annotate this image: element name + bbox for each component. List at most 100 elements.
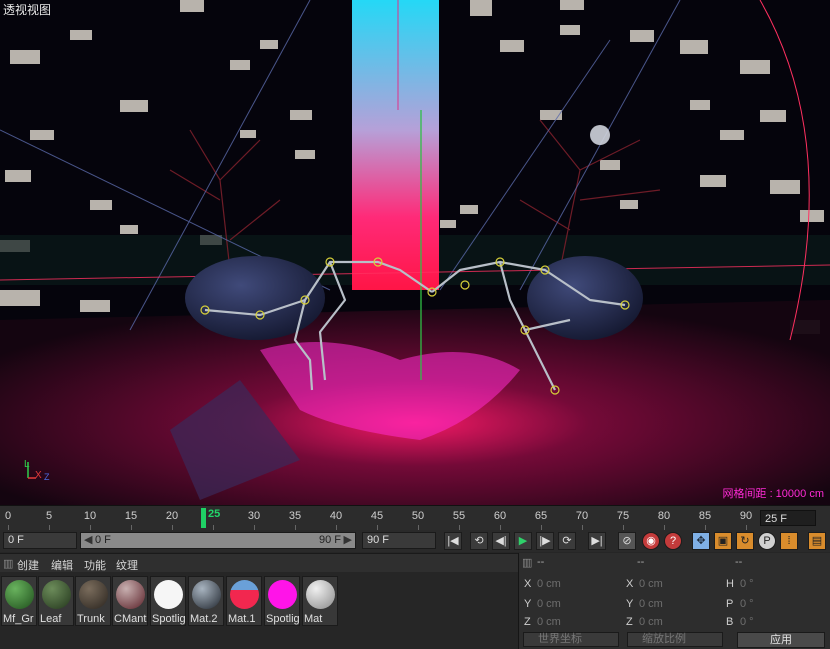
end-frame-field[interactable]: 90 F: [362, 532, 436, 549]
scale-key-icon[interactable]: ▣: [714, 532, 732, 550]
timeline-ruler[interactable]: 0 5 10 15 20 25 30 35 40 45 50 55 60 65 70 75 80 85 90 25 …: [0, 505, 830, 530]
perspective-viewport[interactable]: 透视视图 L X Z 网格间距: 10000 cm: [0, 0, 830, 505]
next-key-button[interactable]: ⟳: [558, 532, 576, 550]
record-key-icon[interactable]: ⊘: [618, 532, 636, 550]
material-ball-icon: [154, 580, 183, 609]
menu-create[interactable]: 创建: [17, 557, 39, 573]
rot-p-field[interactable]: 0 °: [740, 598, 754, 610]
rot-p-label: P: [726, 598, 734, 610]
rotation-header: --: [735, 556, 743, 568]
size-z-label: Z: [626, 616, 633, 628]
ruler-tick-label: 30: [247, 510, 261, 522]
scale-mode-dropdown[interactable]: 缩放比例: [627, 632, 723, 647]
rotate-key-icon[interactable]: ↻: [736, 532, 754, 550]
ruler-tick-label: 5: [45, 510, 53, 522]
size-header: --: [637, 556, 645, 568]
menu-texture[interactable]: 纹理: [116, 557, 138, 573]
position-header: --: [537, 556, 545, 568]
material-swatch[interactable]: Mat: [302, 576, 338, 626]
material-ball-icon: [42, 580, 71, 609]
material-name: Mf_Gr: [3, 613, 34, 625]
size-x-field[interactable]: 0 cm: [639, 578, 663, 590]
start-frame-field[interactable]: 0 F: [3, 532, 77, 549]
auto-key-icon[interactable]: ◉: [642, 532, 660, 550]
prev-key-button[interactable]: ⟲: [470, 532, 488, 550]
material-swatch[interactable]: CMant: [112, 576, 148, 626]
ruler-tick-label: 90: [739, 510, 753, 522]
transport-bar: 0 F ◀ 0 F 90 F ▶ 90 F |◀ ⟲ ◀| ▶ |▶ ⟳ ▶| …: [0, 530, 830, 552]
ruler-tick-label: 45: [370, 510, 384, 522]
menu-function[interactable]: 功能: [84, 557, 106, 573]
material-ball-icon: [192, 580, 221, 609]
ruler-tick-label: 60: [493, 510, 507, 522]
frame-ruler[interactable]: 0 5 10 15 20 25 30 35 40 45 50 55 60 65 70 75 80 85 90: [0, 506, 758, 530]
apply-button[interactable]: 应用: [737, 632, 825, 648]
param-key-icon[interactable]: P: [758, 532, 776, 550]
playhead-marker[interactable]: [201, 508, 206, 528]
ruler-tick-label: 80: [657, 510, 671, 522]
material-swatch[interactable]: Spotlig: [264, 576, 300, 626]
rot-b-field[interactable]: 0 °: [740, 616, 754, 628]
material-ball-icon: [230, 580, 259, 609]
ruler-tick-label: 50: [411, 510, 425, 522]
point-level-icon[interactable]: ⁞: [780, 532, 798, 550]
preview-range-slider[interactable]: ◀ 0 F 90 F ▶: [80, 532, 356, 549]
rot-h-field[interactable]: 0 °: [740, 578, 754, 590]
material-swatch[interactable]: Trunk: [75, 576, 111, 626]
rot-h-label: H: [726, 578, 734, 590]
play-button[interactable]: ▶: [514, 532, 532, 550]
material-swatch[interactable]: Leaf: [38, 576, 74, 626]
panel-grip-icon[interactable]: ▥: [522, 556, 532, 569]
prev-frame-button[interactable]: ◀|: [492, 532, 510, 550]
move-key-icon[interactable]: ✥: [692, 532, 710, 550]
size-z-field[interactable]: 0 cm: [639, 616, 663, 628]
pos-y-field[interactable]: 0 cm: [537, 598, 561, 610]
panel-grip-icon[interactable]: ▥: [3, 557, 13, 570]
ruler-tick-label: 70: [575, 510, 589, 522]
material-swatch[interactable]: Mf_Gr: [1, 576, 37, 626]
help-icon[interactable]: ?: [664, 532, 682, 550]
material-swatch[interactable]: Mat.1: [226, 576, 262, 626]
next-frame-button[interactable]: |▶: [536, 532, 554, 550]
material-name: Spotlig: [266, 613, 300, 625]
material-name: Mat.1: [228, 613, 256, 625]
ruler-tick-label: 65: [534, 510, 548, 522]
coordinates-panel: ▥ -- -- -- X 0 cm X 0 cm H 0 ° Y 0 cm Y …: [518, 553, 830, 649]
material-name: Leaf: [40, 613, 62, 625]
range-right-arrow-icon[interactable]: ▶: [344, 533, 352, 548]
go-to-end-button[interactable]: ▶|: [588, 532, 606, 550]
pos-z-field[interactable]: 0 cm: [537, 616, 561, 628]
ruler-tick-label: 20: [165, 510, 179, 522]
size-y-label: Y: [626, 598, 634, 610]
menu-edit[interactable]: 编辑: [51, 557, 73, 573]
pos-z-label: Z: [524, 616, 531, 628]
ruler-tick-label: 55: [452, 510, 466, 522]
material-ball-icon: [5, 580, 34, 609]
axis-y-label: L: [24, 459, 30, 470]
coordinate-system-dropdown[interactable]: 世界坐标: [523, 632, 619, 647]
ruler-tick-label: 40: [329, 510, 343, 522]
size-y-field[interactable]: 0 cm: [639, 598, 663, 610]
range-end-label: 90 F: [318, 534, 341, 546]
material-swatch[interactable]: Mat.2: [188, 576, 224, 626]
pos-x-label: X: [524, 578, 532, 590]
material-swatch[interactable]: Spotlig: [150, 576, 186, 626]
range-left-arrow-icon[interactable]: ◀: [84, 533, 92, 548]
grid-spacing-label: 网格间距 : 10000 cm: [722, 488, 824, 500]
current-frame-label: 25: [208, 508, 221, 520]
material-name: Trunk: [77, 613, 105, 625]
current-frame-field[interactable]: 25 F: [760, 510, 816, 526]
timeline-menu-icon[interactable]: ▤: [808, 532, 826, 550]
range-start-label: 0 F: [95, 534, 111, 546]
pos-x-field[interactable]: 0 cm: [537, 578, 561, 590]
material-name: Mat: [304, 613, 323, 625]
material-menu-bar: ▥ 创建 编辑 功能 纹理: [0, 553, 518, 573]
material-ball-icon: [306, 580, 335, 609]
ruler-tick-label: 10: [83, 510, 97, 522]
axis-x-label: X: [35, 470, 42, 481]
go-to-start-button[interactable]: |◀: [444, 532, 462, 550]
material-name: CMant: [114, 613, 147, 625]
scene-render: [0, 0, 830, 505]
material-ball-icon: [79, 580, 108, 609]
ruler-tick-label: 85: [698, 510, 712, 522]
